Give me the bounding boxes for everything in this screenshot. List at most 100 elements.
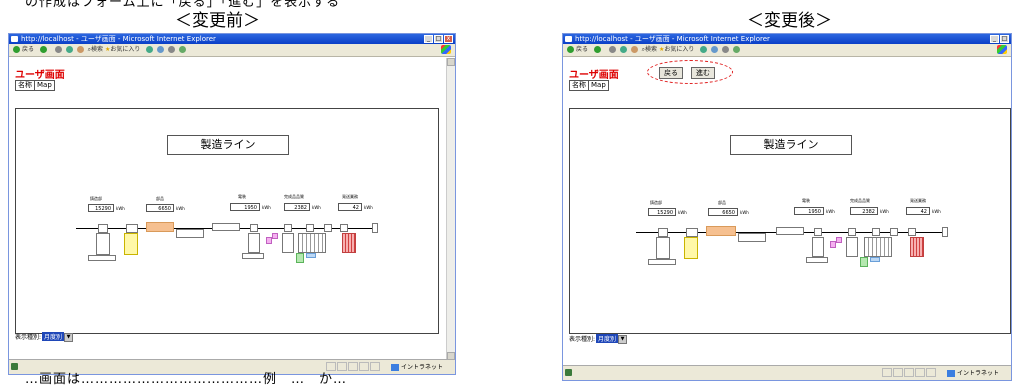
print-icon[interactable]	[722, 46, 730, 53]
forward-icon[interactable]	[593, 46, 601, 53]
toolbar-back-label[interactable]: 戻る	[576, 46, 588, 53]
home-icon[interactable]	[630, 46, 638, 53]
minimize-button[interactable]: _	[990, 35, 999, 43]
machine-yellow	[684, 237, 698, 259]
refresh-icon[interactable]	[65, 46, 73, 53]
machine	[284, 224, 292, 232]
edit-icon[interactable]	[179, 46, 187, 53]
scroll-up-icon[interactable]	[447, 58, 455, 66]
meter-value: 1950	[794, 207, 824, 215]
line-title: 製造ライン	[167, 135, 289, 155]
intranet-icon	[946, 370, 955, 377]
back-icon[interactable]	[13, 46, 20, 53]
maximize-button[interactable]: □	[1000, 35, 1009, 43]
machine-base	[806, 257, 828, 263]
home-icon[interactable]	[76, 46, 84, 53]
security-zone: イントラネット	[390, 362, 443, 371]
stop-icon[interactable]	[608, 46, 616, 53]
machine	[890, 228, 898, 236]
display-type-select[interactable]: 月度別	[42, 332, 65, 341]
page-status-icon	[565, 369, 572, 376]
intranet-icon	[390, 364, 399, 371]
window-title: http://localhost - ユーザ画面 - Microsoft Int…	[575, 35, 770, 43]
print-icon[interactable]	[168, 46, 176, 53]
stop-icon[interactable]	[54, 46, 62, 53]
app-title: ユーザ画面	[15, 70, 65, 81]
machine-pink	[272, 233, 278, 239]
meter-label: 発送業務	[342, 194, 358, 199]
meter-label: 電装	[802, 198, 810, 203]
machine	[126, 224, 138, 233]
refresh-icon[interactable]	[619, 46, 627, 53]
history-icon[interactable]	[146, 46, 154, 53]
toolbar-search-label[interactable]: 検索	[91, 46, 103, 53]
cut-off-caption-bottom: …画面は…………………………………例 … か…	[25, 372, 348, 387]
line-title: 製造ライン	[730, 135, 852, 155]
tab-name[interactable]: 名称	[569, 80, 589, 91]
page-content: ユーザ画面 名称 Map 製造ライン 鋳造部 15290 kWh 部品 6650…	[9, 58, 447, 360]
tab-bar: 名称 Map	[15, 80, 55, 91]
machine	[340, 224, 348, 232]
meter-value: 2382	[284, 203, 310, 211]
history-icon[interactable]	[700, 46, 708, 53]
toolbar-favorites-label[interactable]: お気に入り	[664, 46, 694, 53]
machine	[658, 228, 668, 237]
machine-base	[648, 259, 676, 265]
tab-map[interactable]: Map	[588, 80, 609, 91]
machine	[908, 228, 916, 236]
meter-label: 部品	[156, 196, 164, 201]
maximize-button[interactable]: □	[434, 35, 443, 43]
windows-logo-icon	[441, 45, 451, 54]
machine	[686, 228, 698, 237]
machine	[212, 223, 240, 231]
page-content: ユーザ画面 名称 Map 戻る 進む 製造ライン 鋳造部 15290 kWh 部…	[563, 58, 1011, 366]
tab-name[interactable]: 名称	[15, 80, 35, 91]
machine	[248, 233, 260, 253]
meter-value: 42	[338, 203, 362, 211]
forward-icon[interactable]	[39, 46, 47, 53]
back-button[interactable]: 戻る	[659, 67, 683, 79]
forward-button[interactable]: 進む	[691, 67, 715, 79]
meter-unit: kWh	[176, 206, 185, 211]
machine-green	[296, 253, 304, 263]
display-type-row: 表示種別: 月度別 ▼	[569, 334, 628, 344]
machine-pink	[836, 237, 842, 243]
status-cells	[882, 368, 936, 377]
meter-unit: kWh	[116, 206, 125, 211]
toolbar-search-label[interactable]: 検索	[645, 46, 657, 53]
dropdown-arrow-icon[interactable]: ▼	[64, 333, 74, 342]
display-type-select[interactable]: 月度別	[596, 334, 619, 343]
machine	[738, 233, 766, 242]
line-panel: 製造ライン 鋳造部 15290 kWh 部品 6650 kWh 電装 1950 …	[15, 108, 439, 334]
machine	[282, 233, 294, 253]
meter-unit: kWh	[312, 205, 321, 210]
toolbar-favorites-label[interactable]: お気に入り	[110, 46, 140, 53]
meter-value: 6650	[708, 208, 738, 216]
edit-icon[interactable]	[733, 46, 741, 53]
machine-orange	[706, 226, 736, 236]
mail-icon[interactable]	[711, 46, 719, 53]
machine	[812, 237, 824, 257]
title-bar: http://localhost - ユーザ画面 - Microsoft Int…	[9, 34, 455, 44]
minimize-button[interactable]: _	[424, 35, 433, 43]
back-icon[interactable]	[567, 46, 574, 53]
toolbar-back-label[interactable]: 戻る	[22, 46, 34, 53]
meter-label: 電装	[238, 194, 246, 199]
tab-map[interactable]: Map	[34, 80, 55, 91]
machine	[324, 224, 332, 232]
window-title: http://localhost - ユーザ画面 - Microsoft Int…	[21, 35, 216, 43]
dropdown-arrow-icon[interactable]: ▼	[618, 335, 628, 344]
browser-window-after: http://localhost - ユーザ画面 - Microsoft Int…	[562, 33, 1012, 381]
meter-value: 15290	[88, 204, 114, 212]
machine-orange	[146, 222, 174, 232]
windows-logo-icon	[997, 45, 1007, 54]
heading-before: ＜変更前＞	[175, 11, 260, 31]
meter-unit: kWh	[740, 210, 749, 215]
meter-value: 6650	[146, 204, 174, 212]
machine-blue	[306, 253, 316, 258]
mail-icon[interactable]	[157, 46, 165, 53]
vertical-scrollbar[interactable]	[446, 58, 455, 360]
heading-after: ＜変更後＞	[747, 11, 832, 31]
close-button[interactable]: x	[444, 35, 453, 43]
display-type-label: 表示種別:	[569, 336, 596, 343]
